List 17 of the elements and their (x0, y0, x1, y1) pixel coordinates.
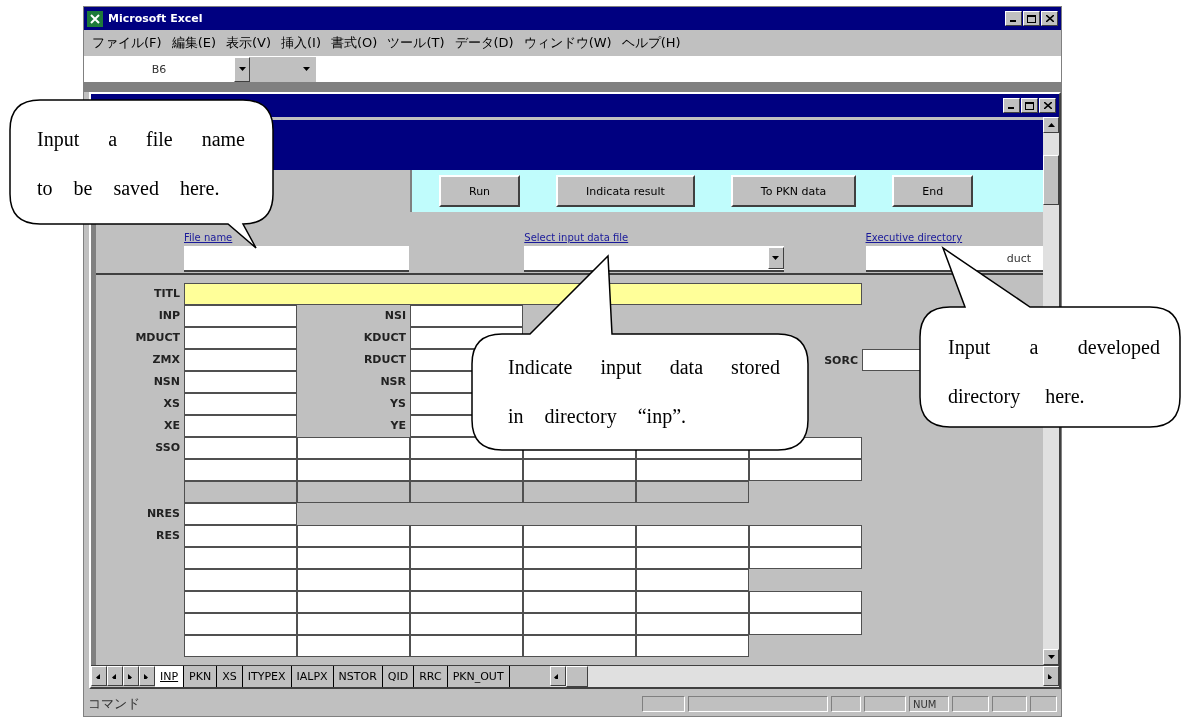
status-indicator: NUM (909, 696, 949, 712)
row-label: XS (162, 396, 181, 412)
row-label: INP (157, 308, 181, 324)
window-title: Microsoft Excel (108, 12, 204, 25)
callout-text: Input a developed directory here. (948, 336, 1160, 407)
row-label: NRES (145, 506, 181, 522)
row-label: RES (155, 528, 181, 544)
row-label: TITL (152, 286, 181, 302)
row-label: NSN (152, 374, 181, 390)
row-label: ZMX (151, 352, 181, 368)
status-text: コマンド (88, 695, 141, 713)
field-label: SORC (824, 353, 859, 367)
callout-text: Input a file name to be saved here. (37, 128, 245, 199)
row-label: MDUCT (134, 330, 181, 346)
row-label: XE (163, 418, 181, 434)
row-label: SSO (154, 440, 181, 456)
callout-text: Indicate input data stored in directory “inp”. (508, 356, 780, 427)
